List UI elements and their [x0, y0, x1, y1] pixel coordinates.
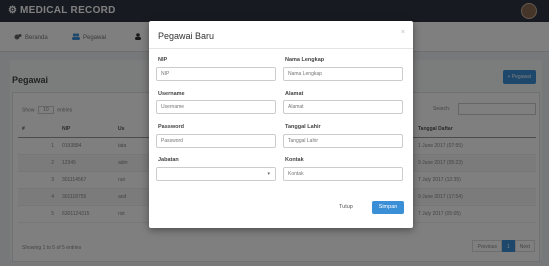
alamat-input[interactable] [283, 100, 403, 114]
kontak-label: Kontak [285, 157, 304, 163]
jabatan-select[interactable]: ▾ [156, 167, 276, 181]
simpan-button[interactable]: Simpan [372, 201, 404, 214]
tanggal-lahir-input[interactable] [283, 134, 403, 148]
nama-lengkap-input[interactable] [283, 67, 403, 81]
tutup-button[interactable]: Tutup [339, 204, 353, 210]
caret-down-icon: ▾ [267, 171, 270, 177]
nip-input[interactable] [156, 67, 276, 81]
password-label: Password [158, 124, 184, 130]
pegawai-baru-modal: Pegawai Baru × [149, 21, 413, 228]
nama-lengkap-label: Nama Lengkap [285, 57, 325, 63]
kontak-input[interactable] [283, 167, 403, 181]
nip-label: NIP [158, 57, 168, 63]
close-icon[interactable]: × [401, 29, 405, 36]
username-input[interactable] [156, 100, 276, 114]
jabatan-label: Jabatan [158, 157, 179, 163]
modal-header: Pegawai Baru × [149, 21, 413, 49]
alamat-label: Alamat [285, 91, 304, 97]
modal-title: Pegawai Baru [158, 31, 215, 41]
tanggal-lahir-label: Tanggal Lahir [285, 124, 321, 130]
username-label: Username [158, 91, 185, 97]
password-input[interactable] [156, 134, 276, 148]
